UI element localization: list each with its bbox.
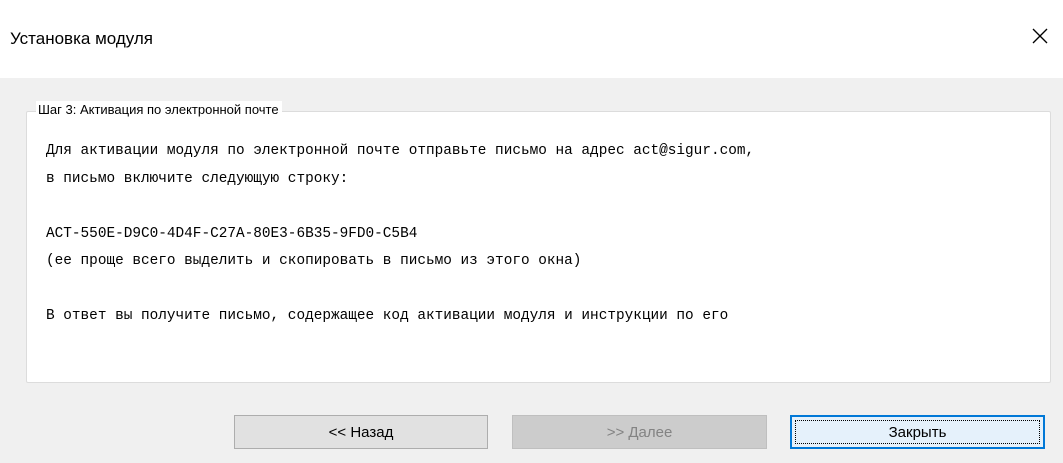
close-button-label: Закрыть — [888, 423, 947, 441]
close-window-button[interactable] — [1023, 19, 1057, 53]
title-bar: Установка модуля — [0, 0, 1063, 78]
instruction-line: Для активации модуля по электронной почт… — [46, 143, 755, 159]
step-legend: Шаг 3: Активация по электронной почте — [36, 101, 282, 119]
window-title: Установка модуля — [10, 29, 154, 48]
back-button-label: << Назад — [328, 423, 394, 441]
close-icon — [1032, 28, 1048, 44]
back-button[interactable]: << Назад — [234, 415, 488, 449]
instruction-line: В ответ вы получите письмо, содержащее к… — [46, 308, 729, 324]
next-button: >> Далее — [512, 415, 767, 449]
instruction-line: в письмо включите следующую строку: — [46, 170, 349, 187]
close-button[interactable]: Закрыть — [790, 415, 1045, 449]
instruction-line: (ее проще всего выделить и скопировать в… — [46, 253, 582, 269]
instruction-line: ACT-550E-D9C0-4D4F-C27A-80E3-6B35-9FD0-C… — [46, 225, 418, 242]
next-button-label: >> Далее — [606, 423, 673, 441]
install-module-dialog: Установка модуля Шаг 3: Активация по эле… — [0, 0, 1063, 463]
activation-instructions-text[interactable]: Для активации модуля по электронной почт… — [46, 138, 1046, 378]
